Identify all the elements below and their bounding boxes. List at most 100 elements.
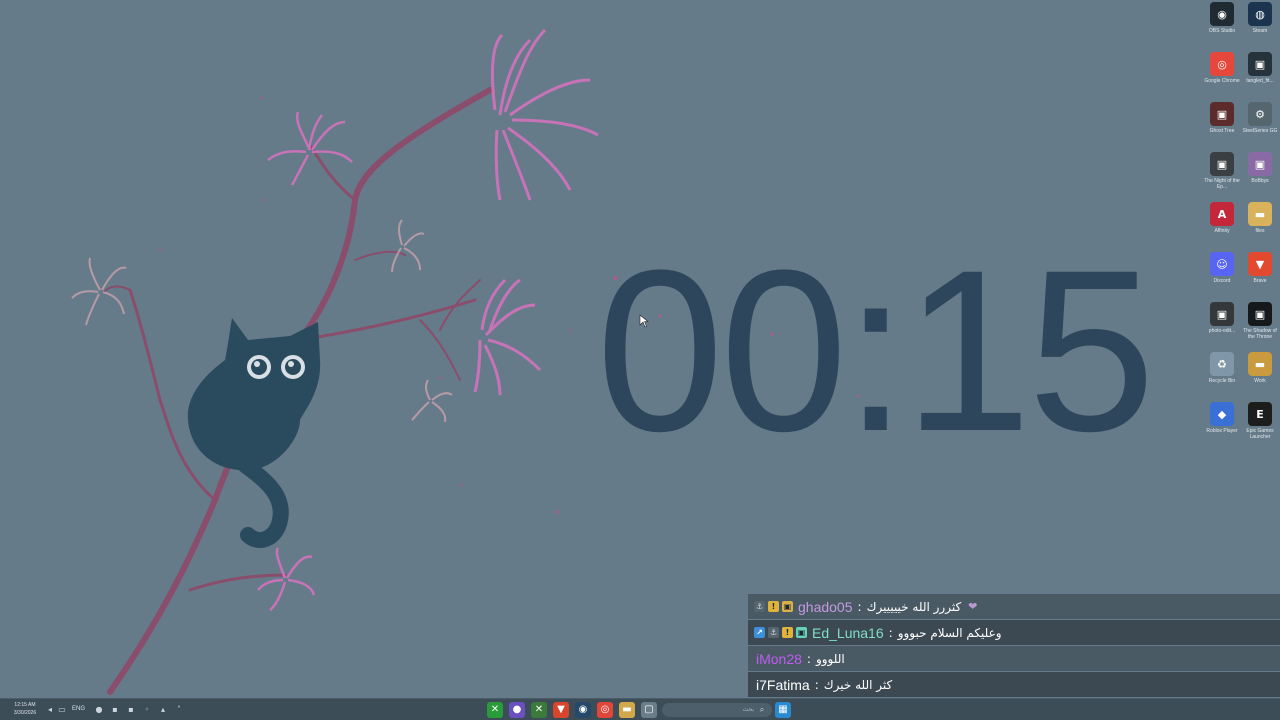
obs-icon: ◉ [1210, 2, 1234, 26]
stream-chat-overlay: ⚓ ! ▣ ghado05 : كثررر الله خيييييرك ❤ ↗ … [748, 594, 1280, 698]
gift-badge-icon: ▣ [796, 627, 807, 638]
mouse-cursor-icon [639, 314, 649, 328]
sub-badge-icon: ⚓ [754, 601, 765, 612]
desktop-shortcut-label: Roblox Player [1206, 428, 1238, 434]
desktop-shortcut-label: photo-edit... [1208, 328, 1236, 334]
desktop-shortcut-label: Discord [1213, 278, 1231, 284]
desktop-shortcut-label: Ghost Tree [1209, 128, 1235, 134]
desktop-shortcut-label: BoBbys [1251, 178, 1269, 184]
file-explorer-icon[interactable]: ▬ [619, 702, 635, 718]
recycle-bin-icon: ♻ [1210, 352, 1234, 376]
desktop-shortcut[interactable]: ▣ The Night of the Ep... [1202, 152, 1242, 202]
desktop-shortcut[interactable]: ▣ photo-edit... [1202, 302, 1242, 352]
steam-icon: ◍ [1248, 2, 1272, 26]
chat-username[interactable]: ghado05 [798, 599, 853, 615]
tray-app-icon[interactable]: ▴ [158, 704, 168, 715]
chat-separator: : [888, 625, 893, 640]
chat-message-text: كثر الله خيرك [823, 677, 893, 692]
desktop-shortcut[interactable]: ▼ Brave [1240, 252, 1280, 302]
store-icon[interactable]: ▦ [775, 702, 791, 718]
discord-icon: ☺ [1210, 252, 1234, 276]
chrome-icon: ◎ [1210, 52, 1234, 76]
game-thumbnail-icon: ▣ [1248, 52, 1272, 76]
steelseries-icon: ⚙ [1248, 102, 1272, 126]
desktop-icon-grid: ◉ OBS Studio ◍ Steam ◎ Google Chrome ▣ tangled_… [1202, 2, 1280, 448]
desktop-shortcut-label: OBS Studio [1208, 28, 1236, 34]
chevron-up-icon[interactable]: ˄ [174, 704, 184, 715]
chrome-app-icon[interactable]: ◎ [597, 702, 613, 718]
clock-tray[interactable]: 12:15 AM 3/30/2026 [8, 701, 42, 719]
desktop-shortcut[interactable]: ♻ Recycle Bin [1202, 352, 1242, 402]
folder-icon: ▬ [1248, 352, 1272, 376]
desktop-shortcut-label: Affinity [1214, 228, 1230, 234]
epic-games-icon: E [1248, 402, 1272, 426]
chat-message-row: ↗ ⚓ ! ▣ Ed_Luna16 : وعليكم السلام حبووو [748, 620, 1280, 645]
desktop-shortcut-label: The Night of the Ep... [1204, 178, 1240, 190]
roblox-icon: ◆ [1210, 402, 1234, 426]
tray-date-text: 3/30/2026 [13, 710, 37, 716]
game-thumbnail-icon: ▣ [1248, 152, 1272, 176]
chat-message-row: ⚓ ! ▣ ghado05 : كثررر الله خيييييرك ❤ [748, 594, 1280, 619]
desktop-shortcut[interactable]: ▣ The Shadow of the Throne [1240, 302, 1280, 352]
xbox-icon[interactable]: ✕ [487, 702, 503, 718]
chat-username[interactable]: iMon28 [756, 651, 802, 667]
xbox-app-icon[interactable]: ✕ [531, 702, 547, 718]
window-app-icon[interactable]: ▢ [641, 702, 657, 718]
chat-username[interactable]: i7Fatima [756, 677, 810, 693]
obs-app-icon[interactable]: ● [509, 702, 525, 718]
desktop-shortcut[interactable]: ◎ Google Chrome [1202, 52, 1242, 102]
desktop-shortcut[interactable]: ▣ tangled_fit... [1240, 52, 1280, 102]
desktop-shortcut-label: SteelSeries GG [1242, 128, 1278, 134]
microphone-icon[interactable]: ● [94, 704, 104, 715]
desktop-shortcut[interactable]: E Epic Games Launcher [1240, 402, 1280, 452]
desktop-shortcut[interactable]: ▣ BoBbys [1240, 152, 1280, 202]
desktop-shortcut[interactable]: ◉ OBS Studio [1202, 2, 1242, 52]
steam-app-icon[interactable]: ◉ [575, 702, 591, 718]
taskbar: 12:15 AM 3/30/2026 ◂ ▭ ENG ● ▪ ▪ ◦ ▴ ˄ ✕… [0, 698, 1280, 720]
desktop-shortcut-label: Google Chrome [1204, 78, 1240, 84]
desktop-shortcut[interactable]: ☺ Discord [1202, 252, 1242, 302]
chat-separator: : [814, 677, 819, 692]
desktop-shortcut[interactable]: ⚙ SteelSeries GG [1240, 102, 1280, 152]
desktop-shortcut[interactable]: ▣ Ghost Tree [1202, 102, 1242, 152]
desktop-shortcut[interactable]: A Affinity [1202, 202, 1242, 252]
countdown-timer: 00:15 [596, 222, 1156, 479]
heart-emote-icon: ❤ [968, 600, 978, 613]
desktop-shortcut[interactable]: ▬ files [1240, 202, 1280, 252]
desktop-shortcut-label: Brave [1253, 278, 1267, 284]
game-thumbnail-icon: ▣ [1210, 152, 1234, 176]
sub-badge-icon: ⚓ [768, 627, 779, 638]
desktop-shortcut-label: Recycle Bin [1208, 378, 1236, 384]
desktop-shortcut-label: Steam [1252, 28, 1268, 34]
warning-badge-icon: ! [768, 601, 779, 612]
gift-badge-icon: ▣ [782, 601, 793, 612]
affinity-icon: A [1210, 202, 1234, 226]
desktop-shortcut[interactable]: ◆ Roblox Player [1202, 402, 1242, 452]
volume-icon[interactable]: ◂ [45, 704, 55, 715]
prime-badge-icon: ↗ [754, 627, 765, 638]
desktop-shortcut[interactable]: ▬ Work [1240, 352, 1280, 402]
chat-username[interactable]: Ed_Luna16 [812, 625, 884, 641]
desktop-shortcut-label: The Shadow of the Throne [1243, 328, 1277, 340]
chat-message-row: i7Fatima : كثر الله خيرك [748, 672, 1280, 697]
chat-message-row: iMon28 : اللووو [748, 646, 1280, 671]
chat-message-text: كثررر الله خيييييرك [866, 599, 962, 614]
game-thumbnail-icon: ▣ [1210, 102, 1234, 126]
desktop-shortcut-label: tangled_fit... [1246, 78, 1274, 84]
brave-app-icon[interactable]: ▼ [553, 702, 569, 718]
game-thumbnail-icon: ▣ [1248, 302, 1272, 326]
tray-app-icon[interactable]: ▪ [126, 704, 136, 715]
desktop-shortcut-label: Epic Games Launcher [1246, 428, 1274, 440]
desktop-shortcut[interactable]: ◍ Steam [1240, 2, 1280, 52]
language-indicator[interactable]: ENG [72, 704, 88, 715]
brave-icon: ▼ [1248, 252, 1272, 276]
desktop-shortcut-label: Work [1254, 378, 1266, 384]
tray-folder-icon[interactable]: ▪ [110, 704, 120, 715]
network-icon[interactable]: ▭ [57, 704, 67, 715]
chat-separator: : [857, 599, 862, 614]
desktop-shortcut-label: files [1255, 228, 1265, 234]
search-input[interactable]: بحث [662, 703, 772, 717]
tray-steam-icon[interactable]: ◦ [142, 704, 152, 715]
search-icon[interactable]: ⌕ [757, 703, 767, 717]
game-thumbnail-icon: ▣ [1210, 302, 1234, 326]
